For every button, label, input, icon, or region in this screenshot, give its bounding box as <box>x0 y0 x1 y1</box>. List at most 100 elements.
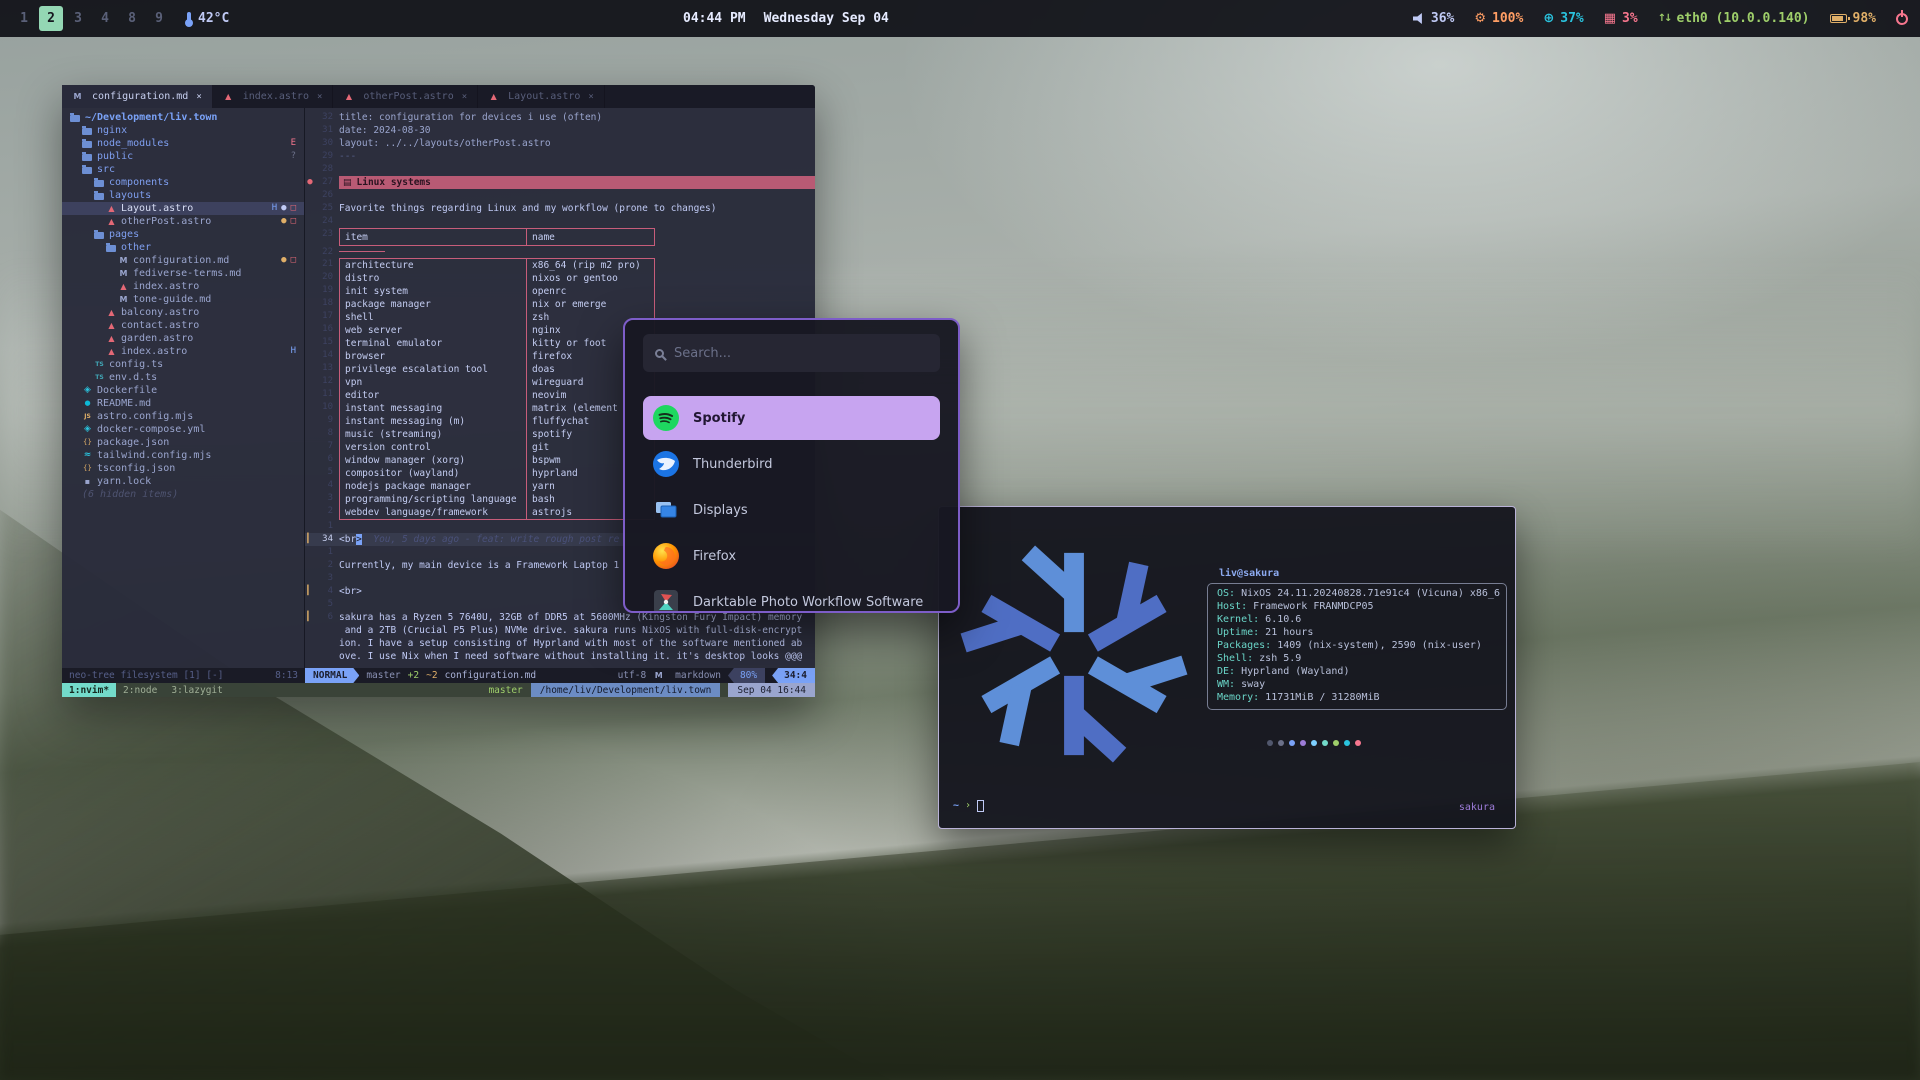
fetch-field-value: sway <box>1241 679 1265 690</box>
launcher-item-Firefox[interactable]: Firefox <box>643 534 940 578</box>
tree-item-configuration.md[interactable]: configuration.md●□ <box>62 254 304 267</box>
tree-item-astro.config.mjs[interactable]: astro.config.mjs <box>62 410 304 423</box>
battery-module[interactable]: 98% <box>1830 11 1876 26</box>
tree-item-src[interactable]: src <box>62 163 304 176</box>
line-text: ▤Linux systems <box>339 176 815 189</box>
tree-item-label: nginx <box>97 124 127 137</box>
tree-item-tailwind.config.mjs[interactable]: tailwind.config.mjs <box>62 449 304 462</box>
tab-close-icon[interactable]: × <box>196 92 201 102</box>
tree-item-config.ts[interactable]: config.ts <box>62 358 304 371</box>
tab-close-icon[interactable]: × <box>462 92 467 102</box>
tree-item-label: configuration.md <box>133 254 229 267</box>
fetch-field-Shell: Shell: zsh 5.9 <box>1217 652 1497 665</box>
launcher-item-Thunderbird[interactable]: Thunderbird <box>643 442 940 486</box>
tab-close-icon[interactable]: × <box>588 92 593 102</box>
tab-Layout.astro[interactable]: Layout.astro× <box>478 85 605 108</box>
workspace-button-3[interactable]: 3 <box>66 6 90 31</box>
volume-module[interactable]: 36% <box>1413 11 1454 26</box>
tree-item-label: components <box>109 176 169 189</box>
fetch-field-OS: OS: NixOS 24.11.20240828.71e91c4 (Vicuna… <box>1217 587 1497 600</box>
tree-item-pages[interactable]: pages <box>62 228 304 241</box>
tree-item-docker-compose.yml[interactable]: docker-compose.yml <box>62 423 304 436</box>
fetch-field-value: zsh 5.9 <box>1259 653 1301 664</box>
search-box[interactable] <box>643 334 940 372</box>
cpu-label: 3% <box>1622 11 1638 26</box>
fetch-field-value: 6.10.6 <box>1265 614 1301 625</box>
tree-item-public[interactable]: public? <box>62 150 304 163</box>
sign-column <box>305 124 315 137</box>
tree-item-other[interactable]: other <box>62 241 304 254</box>
tree-item-package.json[interactable]: package.json <box>62 436 304 449</box>
tree-item-tsconfig.json[interactable]: tsconfig.json <box>62 462 304 475</box>
tree-item-README.md[interactable]: README.md <box>62 397 304 410</box>
tree-item-Dockerfile[interactable]: Dockerfile <box>62 384 304 397</box>
tab-close-icon[interactable]: × <box>317 92 322 102</box>
tree-item-layouts[interactable]: layouts <box>62 189 304 202</box>
tree-item-nginx[interactable]: nginx <box>62 124 304 137</box>
disk-module[interactable]: ⊕37% <box>1543 11 1583 26</box>
tree-item-fediverse-terms.md[interactable]: fediverse-terms.md <box>62 267 304 280</box>
fetch-field-value: 1409 (nix-system), 2590 (nix-user) <box>1277 640 1482 651</box>
launcher-item-Displays[interactable]: Displays <box>643 488 940 532</box>
cpu-module[interactable]: ▦3% <box>1604 11 1638 26</box>
line-text <box>339 215 815 228</box>
line-number <box>315 637 339 650</box>
palette-dot <box>1322 740 1328 746</box>
search-input[interactable] <box>674 346 928 361</box>
network-module[interactable]: ↑↓eth0 (10.0.0.140) <box>1658 11 1810 26</box>
temperature-module[interactable]: 42°C <box>187 11 229 26</box>
shell-prompt[interactable]: ~ › <box>953 799 984 812</box>
table-row: package managernix or emerge <box>340 298 654 311</box>
tab-index.astro[interactable]: index.astro× <box>213 85 334 108</box>
line-number: 8 <box>305 427 339 440</box>
power-module[interactable] <box>1896 13 1908 25</box>
tree-root[interactable]: ~/Development/liv.town <box>62 111 304 124</box>
table-row: terminal emulatorkitty or foot <box>340 337 654 350</box>
neotree-statusline: neo-tree filesystem [1] [-] 8:13 <box>62 668 305 683</box>
tree-item-contact.astro[interactable]: contact.astro <box>62 319 304 332</box>
tree-item-balcony.astro[interactable]: balcony.astro <box>62 306 304 319</box>
prompt-char: › <box>965 799 971 812</box>
tree-item-label: (6 hidden items) <box>82 488 178 501</box>
tree-item-components[interactable]: components <box>62 176 304 189</box>
launcher-item-Darktable Photo Workflow Software[interactable]: Darktable Photo Workflow Software <box>643 580 940 613</box>
astro-file-icon <box>488 91 499 102</box>
workspace-button-8[interactable]: 8 <box>120 6 144 31</box>
markdown-file-icon <box>118 294 129 305</box>
tmux-window-1:nvim*[interactable]: 1:nvim* <box>62 683 116 697</box>
tree-item-otherPost.astro[interactable]: otherPost.astro●□ <box>62 215 304 228</box>
table-cell-item: vpn <box>340 376 527 389</box>
tree-item-env.d.ts[interactable]: env.d.ts <box>62 371 304 384</box>
workspace-button-1[interactable]: 1 <box>12 6 36 31</box>
tree-item-node_modules[interactable]: node_modulesE <box>62 137 304 150</box>
tree-item-index.astro[interactable]: index.astroH <box>62 345 304 358</box>
line-number: 32 <box>315 111 339 124</box>
buffer-line: 29--- <box>305 150 815 163</box>
tree-item-index.astro[interactable]: index.astro <box>62 280 304 293</box>
fetch-field-Host: Host: Framework FRANMDCP05 <box>1217 600 1497 613</box>
tree-item-tone-guide.md[interactable]: tone-guide.md <box>62 293 304 306</box>
file-tree[interactable]: ~/Development/liv.townnginxnode_modulesE… <box>62 108 305 668</box>
folder-icon <box>82 167 92 174</box>
tree-item-yarn.lock[interactable]: yarn.lock <box>62 475 304 488</box>
volume-icon <box>1413 13 1425 24</box>
table-gutter: 232221201918171615141312111098765432 <box>305 228 339 520</box>
tab-otherPost.astro[interactable]: otherPost.astro × <box>333 85 478 108</box>
clock[interactable]: 04:44 PM Wednesday Sep 04 <box>683 0 889 37</box>
tab-configuration.md[interactable]: configuration.md× <box>62 85 213 108</box>
launcher-item-Spotify[interactable]: Spotify <box>643 396 940 440</box>
tree-item-garden.astro[interactable]: garden.astro <box>62 332 304 345</box>
tmux-window-3:lazygit[interactable]: 3:lazygit <box>164 683 229 697</box>
workspace-button-4[interactable]: 4 <box>93 6 117 31</box>
sign-column <box>305 546 315 559</box>
line-number: 6 <box>305 453 339 466</box>
tree-item-Layout.astro[interactable]: Layout.astroH●□ <box>62 202 304 215</box>
line-number: 5 <box>315 598 339 611</box>
brightness-module[interactable]: ⚙100% <box>1474 11 1523 26</box>
workspace-button-9[interactable]: 9 <box>147 6 171 31</box>
tab-label: otherPost.astro <box>363 91 453 102</box>
workspace-button-2[interactable]: 2 <box>39 6 63 31</box>
tree-item-label: tone-guide.md <box>133 293 211 306</box>
tmux-window-2:node[interactable]: 2:node <box>116 683 164 697</box>
table-row: nodejs package manageryarn <box>340 480 654 493</box>
